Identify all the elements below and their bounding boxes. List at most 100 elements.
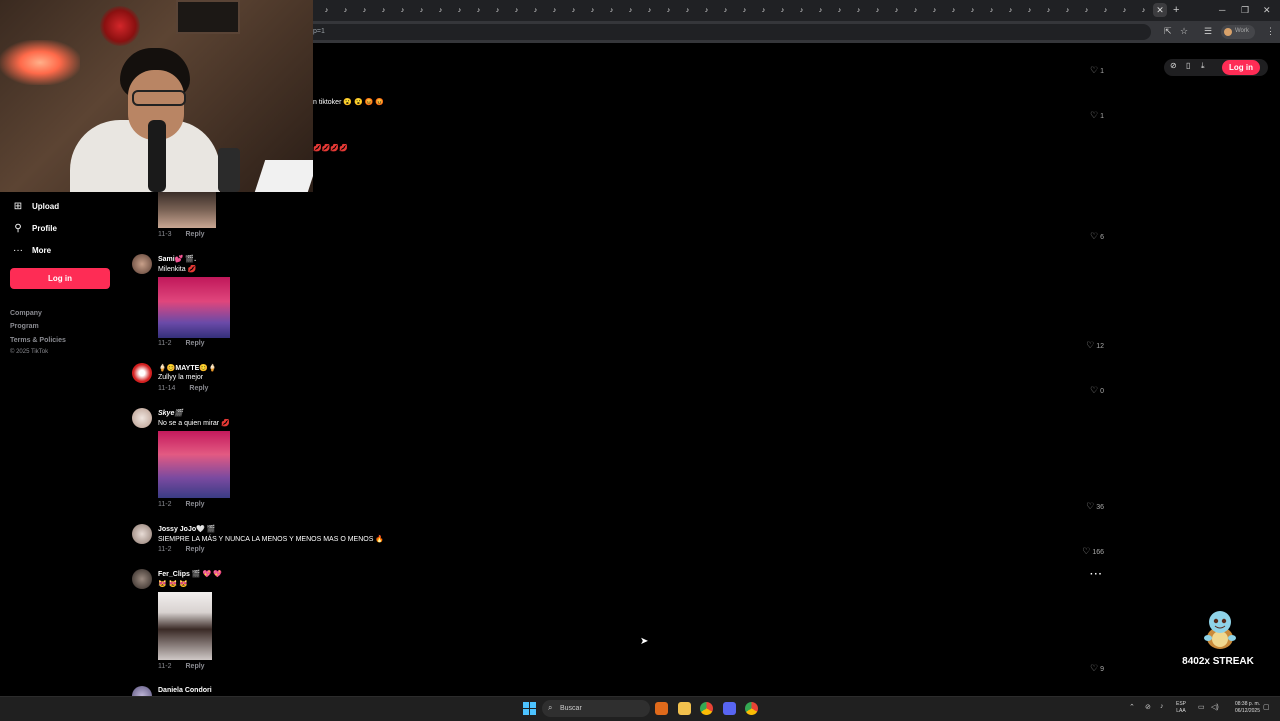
browser-tab[interactable]: ♪ [1001, 5, 1020, 16]
comment-username[interactable]: 🍦😊MAYTE😊🍦 [158, 364, 217, 372]
browser-tab[interactable]: ♪ [944, 5, 963, 16]
browser-tab[interactable]: ♪ [868, 5, 887, 16]
footer-link-program[interactable]: Program [10, 323, 39, 330]
sidebar-item-profile[interactable]: ⚲ Profile [12, 221, 57, 235]
browser-tab[interactable]: ♪ [583, 5, 602, 16]
address-bar[interactable]: p=1 [313, 24, 1151, 40]
network-icon[interactable]: ⊘ [1145, 703, 1151, 711]
browser-menu-icon[interactable]: ⋮ [1266, 26, 1275, 37]
browser-tab[interactable]: ♪ [849, 5, 868, 16]
browser-tab[interactable]: ♪ [488, 5, 507, 16]
bookmark-star-icon[interactable]: ☆ [1180, 26, 1188, 37]
comment-username[interactable]: Daniela Condori [158, 687, 212, 694]
download-icon[interactable]: ⤓ [1201, 61, 1205, 71]
browser-tab[interactable]: ♪ [431, 5, 450, 16]
mic-icon[interactable]: ♪ [1160, 703, 1164, 710]
comment-image[interactable] [158, 192, 216, 228]
browser-tab[interactable]: ♪ [374, 5, 393, 16]
browser-tab[interactable]: ♪ [1077, 5, 1096, 16]
reply-button[interactable]: Reply [186, 546, 205, 553]
footer-link-company[interactable]: Company [10, 310, 42, 317]
browser-tab[interactable]: ♪ [355, 5, 374, 16]
window-close-icon[interactable]: ✕ [1263, 3, 1271, 17]
chrome-active-icon[interactable] [745, 702, 758, 715]
browser-tab[interactable]: ♪ [450, 5, 469, 16]
browser-tab[interactable]: ♪ [659, 5, 678, 16]
browser-tab[interactable]: ♪ [716, 5, 735, 16]
discord-icon[interactable] [723, 702, 736, 715]
like-count[interactable]: ♡ 1 [1090, 110, 1104, 121]
browser-tab[interactable]: ♪ [640, 5, 659, 16]
like-count[interactable]: ♡ 6 [1090, 231, 1104, 242]
browser-tab[interactable]: ♪ [830, 5, 849, 16]
browser-tab[interactable]: ♪ [735, 5, 754, 16]
reply-button[interactable]: Reply [186, 340, 205, 347]
comment-username[interactable]: Skye🎬 [158, 409, 183, 417]
reply-button[interactable]: Reply [186, 663, 205, 670]
maximize-icon[interactable]: ❐ [1241, 3, 1249, 17]
language-indicator[interactable]: ESP LAA [1176, 701, 1186, 715]
avatar[interactable] [132, 408, 152, 428]
like-count[interactable]: ♡ 12 [1086, 340, 1104, 351]
footer-link-terms[interactable]: Terms & Policies [10, 337, 66, 344]
reply-button[interactable]: Reply [186, 501, 205, 508]
like-count[interactable]: ♡ 166 [1082, 546, 1104, 557]
browser-tab[interactable]: ♪ [773, 5, 792, 16]
avatar[interactable] [132, 254, 152, 274]
system-clock[interactable]: 08:38 p. m. 06/12/2025 [1226, 701, 1260, 715]
install-app-icon[interactable]: ⇱ [1164, 26, 1172, 37]
close-tab-icon[interactable]: ✕ [1153, 3, 1167, 17]
reply-button[interactable]: Reply [189, 385, 208, 392]
reply-button[interactable]: Reply [186, 231, 205, 238]
browser-tab[interactable]: ♪ [1058, 5, 1077, 16]
notifications-icon[interactable]: ▢ [1263, 703, 1270, 711]
sidebar-item-upload[interactable]: ⊞ Upload [12, 199, 59, 213]
chrome-icon[interactable] [700, 702, 713, 715]
new-tab-icon[interactable]: + [1173, 3, 1179, 17]
compass-icon[interactable]: ⊘ [1170, 61, 1177, 70]
browser-tab[interactable]: ♪ [545, 5, 564, 16]
avatar[interactable] [132, 363, 152, 383]
profile-chip[interactable]: Work [1221, 25, 1255, 39]
browser-tab[interactable]: ♪ [1096, 5, 1115, 16]
display-icon[interactable]: ▭ [1198, 703, 1205, 711]
avatar[interactable] [132, 569, 152, 589]
browser-tab[interactable]: ♪ [1134, 5, 1153, 16]
comment-username[interactable]: Jossy JoJo🤍 🎬 [158, 525, 216, 533]
browser-tab[interactable]: ♪ [982, 5, 1001, 16]
like-count[interactable]: ♡ 1 [1090, 65, 1104, 76]
browser-tab[interactable]: ♪ [963, 5, 982, 16]
sidebar-item-more[interactable]: ··· More [12, 243, 51, 257]
like-count[interactable]: ♡ 36 [1086, 501, 1104, 512]
app-icon-a[interactable] [655, 702, 668, 715]
browser-tab[interactable]: ♪ [1115, 5, 1134, 16]
comment-username[interactable]: Fer_Clips 🎬 💖 💖 [158, 570, 222, 578]
browser-tab[interactable]: ♪ [697, 5, 716, 16]
browser-tab[interactable]: ♪ [469, 5, 488, 16]
comment-image[interactable] [158, 431, 230, 498]
browser-tab[interactable]: ♪ [811, 5, 830, 16]
reading-list-icon[interactable]: ☰ [1204, 26, 1212, 37]
browser-tab[interactable]: ♪ [564, 5, 583, 16]
file-explorer-icon[interactable] [678, 702, 691, 715]
browser-tab[interactable]: ♪ [602, 5, 621, 16]
comment-image[interactable] [158, 592, 212, 660]
avatar[interactable] [132, 524, 152, 544]
comment-username[interactable]: Sami💕 🎬. [158, 255, 196, 263]
windows-start-icon[interactable] [523, 702, 536, 715]
tray-chevron-icon[interactable]: ⌃ [1129, 703, 1135, 711]
header-login-button[interactable]: Log in [1222, 60, 1260, 75]
browser-tab[interactable]: ♪ [1020, 5, 1039, 16]
like-count[interactable]: ♡ 0 [1090, 385, 1104, 396]
login-button[interactable]: Log in [10, 268, 110, 289]
browser-tab[interactable]: ♪ [906, 5, 925, 16]
comment-image[interactable] [158, 277, 230, 338]
browser-tab[interactable]: ♪ [412, 5, 431, 16]
browser-tab[interactable]: ♪ [792, 5, 811, 16]
phone-icon[interactable]: ▯ [1186, 61, 1190, 70]
browser-tab[interactable]: ♪ [925, 5, 944, 16]
taskbar-search[interactable]: ⌕ Buscar [542, 700, 650, 717]
browser-tab[interactable]: ♪ [621, 5, 640, 16]
minimize-icon[interactable]: ─ [1219, 3, 1225, 17]
browser-tab[interactable]: ♪ [507, 5, 526, 16]
